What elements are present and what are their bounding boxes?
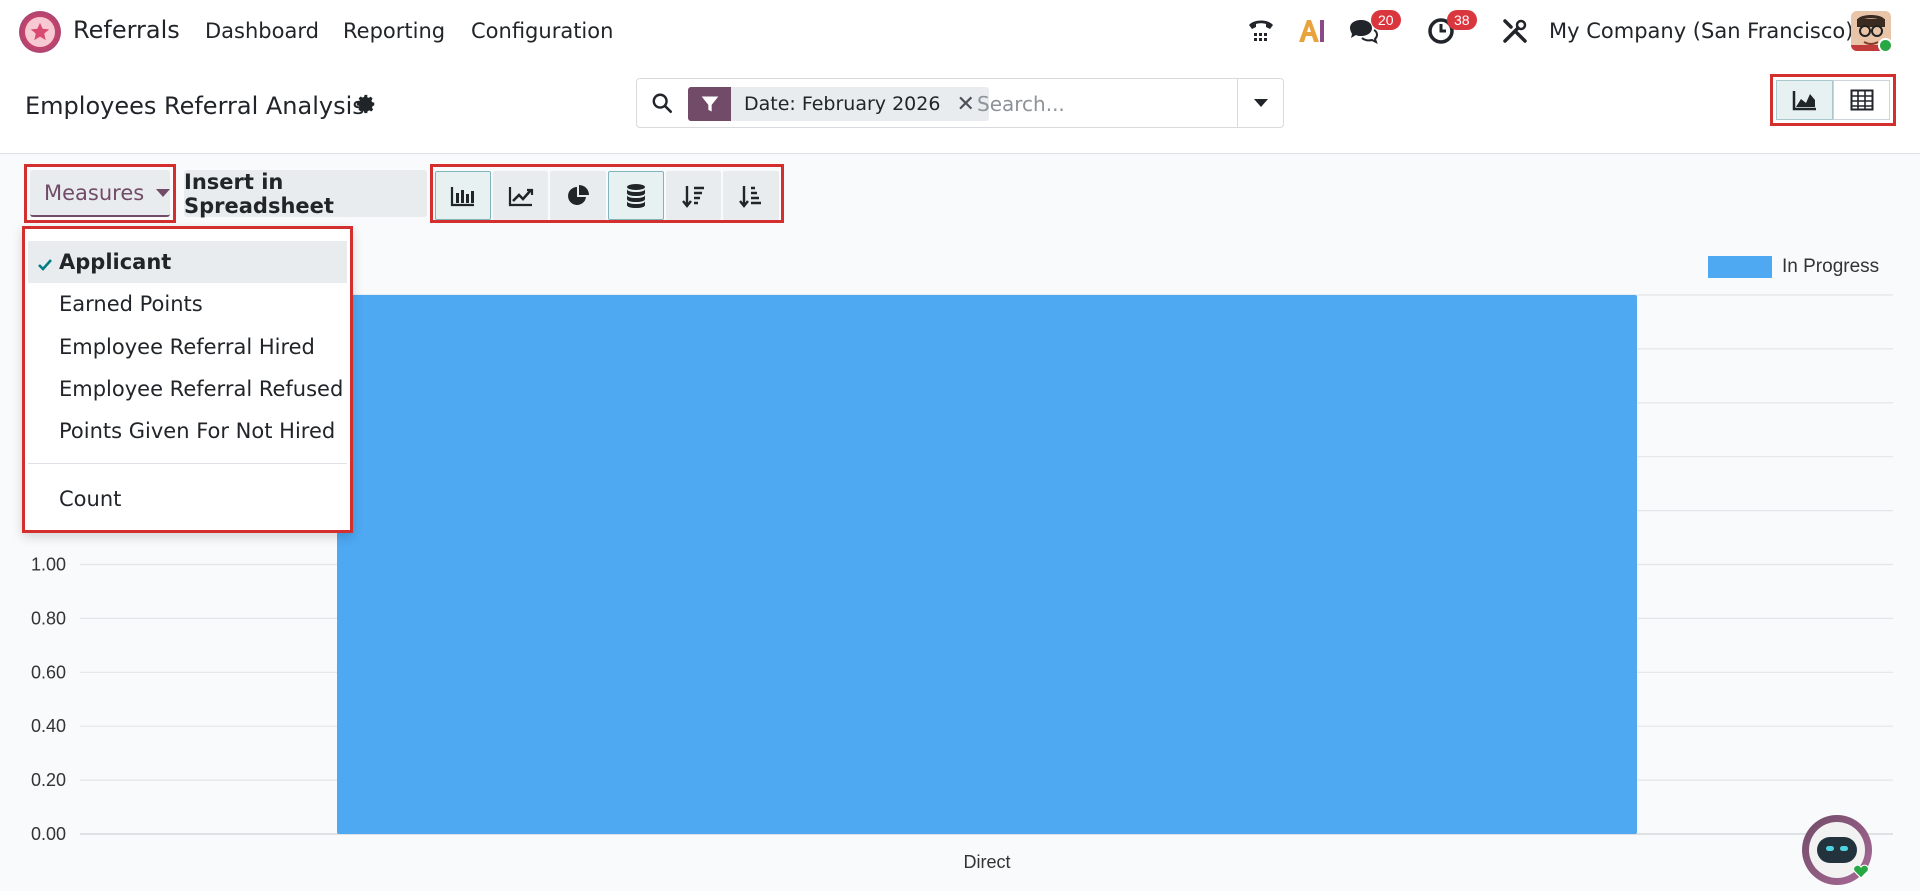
y-tick-label: 0.20 — [31, 770, 66, 790]
x-tick-label: Direct — [963, 852, 1010, 872]
view-switcher — [1770, 74, 1896, 126]
sort-descending-icon — [681, 185, 704, 208]
caret-down-icon — [1253, 99, 1268, 107]
legend-label: In Progress — [1782, 256, 1880, 277]
phone-icon[interactable] — [1244, 14, 1278, 48]
remove-facet-icon[interactable]: ✕ — [956, 92, 974, 117]
chart-tools — [430, 164, 784, 223]
measures-label: Measures — [44, 180, 145, 205]
measures-dropdown: Applicant Earned Points Employee Referra… — [22, 226, 353, 533]
measure-points-given-for-not-hired[interactable]: Points Given For Not Hired — [28, 410, 347, 452]
search-input[interactable] — [977, 87, 1217, 121]
pivot-view-button[interactable] — [1833, 80, 1890, 120]
page-title: Employees Referral Analysis — [25, 92, 365, 120]
bot-face-icon — [1817, 837, 1857, 863]
pie-chart-button[interactable] — [550, 171, 607, 220]
y-tick-label: 1.00 — [31, 555, 66, 575]
bar-chart-button[interactable] — [435, 171, 491, 220]
measure-employee-referral-refused[interactable]: Employee Referral Refused — [28, 368, 347, 410]
online-status-icon — [1878, 38, 1891, 51]
caret-down-icon — [156, 188, 171, 197]
search-icon[interactable] — [651, 92, 673, 118]
y-tick-label: 0.40 — [31, 716, 66, 736]
app-name[interactable]: Referrals — [73, 16, 180, 44]
odoobot-button[interactable] — [1802, 815, 1872, 885]
measure-employee-referral-hired[interactable]: Employee Referral Hired — [28, 326, 347, 368]
line-chart-button[interactable] — [492, 171, 549, 220]
sort-ascending-icon — [739, 185, 762, 208]
measure-label: Applicant — [59, 250, 172, 274]
user-avatar[interactable] — [1851, 11, 1891, 51]
y-tick-label: 0.60 — [31, 662, 66, 682]
pie-chart-icon — [568, 184, 590, 205]
graph-view-button[interactable] — [1776, 80, 1833, 120]
chart-legend[interactable]: In Progress — [1708, 256, 1879, 278]
insert-in-spreadsheet-button[interactable]: Insert in Spreadsheet — [184, 170, 427, 218]
tools-icon[interactable] — [1498, 14, 1532, 48]
control-panel: Employees Referral Analysis Date: Februa… — [0, 62, 1920, 154]
y-tick-label: 0.80 — [31, 608, 66, 628]
legend-swatch — [1708, 256, 1772, 278]
database-icon — [626, 183, 645, 208]
y-tick-label: 0.00 — [31, 824, 66, 844]
area-chart-icon — [1792, 91, 1816, 111]
dropdown-divider — [28, 463, 347, 464]
bar-direct[interactable] — [337, 295, 1637, 834]
ai-icon[interactable] — [1295, 14, 1329, 48]
filter-icon — [688, 87, 731, 121]
messages-badge: 20 — [1371, 10, 1401, 30]
facet-label: Date: February 2026 — [744, 93, 941, 115]
measure-applicant[interactable]: Applicant — [28, 241, 347, 283]
activities-badge: 38 — [1447, 10, 1477, 30]
nav-dashboard[interactable]: Dashboard — [205, 19, 319, 43]
bar-chart-icon — [450, 186, 474, 206]
nav-configuration[interactable]: Configuration — [471, 19, 613, 43]
ascending-sort-button[interactable] — [723, 171, 780, 220]
company-switcher[interactable]: My Company (San Francisco) — [1549, 19, 1853, 43]
measure-count[interactable]: Count — [28, 478, 347, 520]
line-chart-icon — [508, 186, 533, 206]
search-options-toggle[interactable] — [1237, 79, 1283, 127]
gear-icon[interactable] — [355, 93, 377, 119]
nav-reporting[interactable]: Reporting — [343, 19, 445, 43]
top-navbar: Referrals Dashboard Reporting Configurat… — [0, 0, 1920, 62]
date-filter-facet: Date: February 2026 ✕ — [731, 87, 989, 121]
measures-highlight: Measures — [24, 164, 176, 223]
descending-sort-button[interactable] — [665, 171, 722, 220]
check-icon — [38, 253, 52, 277]
referrals-app-icon[interactable] — [19, 11, 61, 53]
heart-icon — [1852, 863, 1870, 883]
stacked-button[interactable] — [608, 171, 664, 220]
measure-earned-points[interactable]: Earned Points — [28, 283, 347, 325]
search-bar: Date: February 2026 ✕ — [636, 78, 1284, 128]
table-icon — [1850, 89, 1873, 111]
measures-button[interactable]: Measures — [30, 170, 171, 217]
